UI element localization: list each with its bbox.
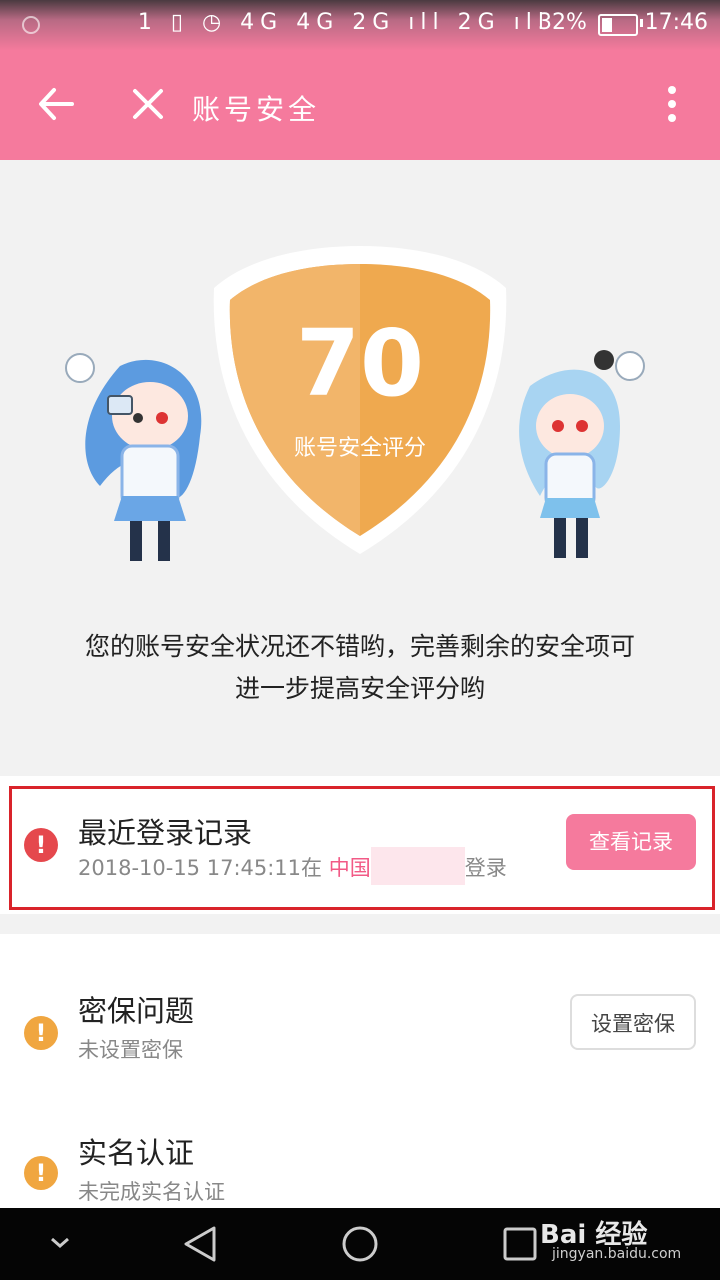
mascot-right-image [500,346,660,570]
app-bar: 账号安全 [0,50,720,160]
highlight-box [9,786,715,910]
page-title: 账号安全 [192,93,321,126]
back-icon[interactable] [36,84,76,128]
security-score-panel: 70 账号安全评分 您的账号安全状况还不错哟，完善剩余的安全项可 进一步提高安全… [0,160,720,776]
battery-percent: 32% [538,10,587,35]
battery-icon [598,14,638,36]
close-icon[interactable] [130,86,166,126]
realname-row: ! 实名认证 未完成实名认证 [0,1074,720,1208]
nav-home-icon[interactable] [340,1224,380,1268]
security-question-status: 未设置密保 [78,1038,183,1062]
status-bar: 1 ▯ ◷ 4G 4G 2G ıll 2G ıll 32% 17:46 [0,0,720,50]
chevron-down-icon[interactable] [48,1230,72,1258]
set-security-question-button[interactable]: 设置密保 [570,994,696,1050]
warning-alert-icon: ! [24,1016,58,1050]
more-icon[interactable] [662,84,682,128]
security-description: 您的账号安全状况还不错哟，完善剩余的安全项可 进一步提高安全评分哟 [84,632,635,703]
nav-recents-icon[interactable] [502,1226,538,1266]
status-time: 17:46 [644,10,708,35]
realname-status: 未完成实名认证 [78,1180,225,1204]
notification-icon [22,16,40,34]
signal-icons: 1 ▯ ◷ 4G 4G 2G ıll 2G ıll [137,10,550,35]
mascot-left-image [60,346,220,570]
warning-alert-icon: ! [24,1156,58,1190]
realname-title: 实名认证 [78,1136,195,1170]
security-question-title: 密保问题 [78,994,195,1028]
nav-back-icon[interactable] [180,1224,220,1268]
baidu-watermark-url: jingyan.baidu.com [552,1246,682,1262]
security-question-row: ! 密保问题 未设置密保 设置密保 [0,934,720,1074]
